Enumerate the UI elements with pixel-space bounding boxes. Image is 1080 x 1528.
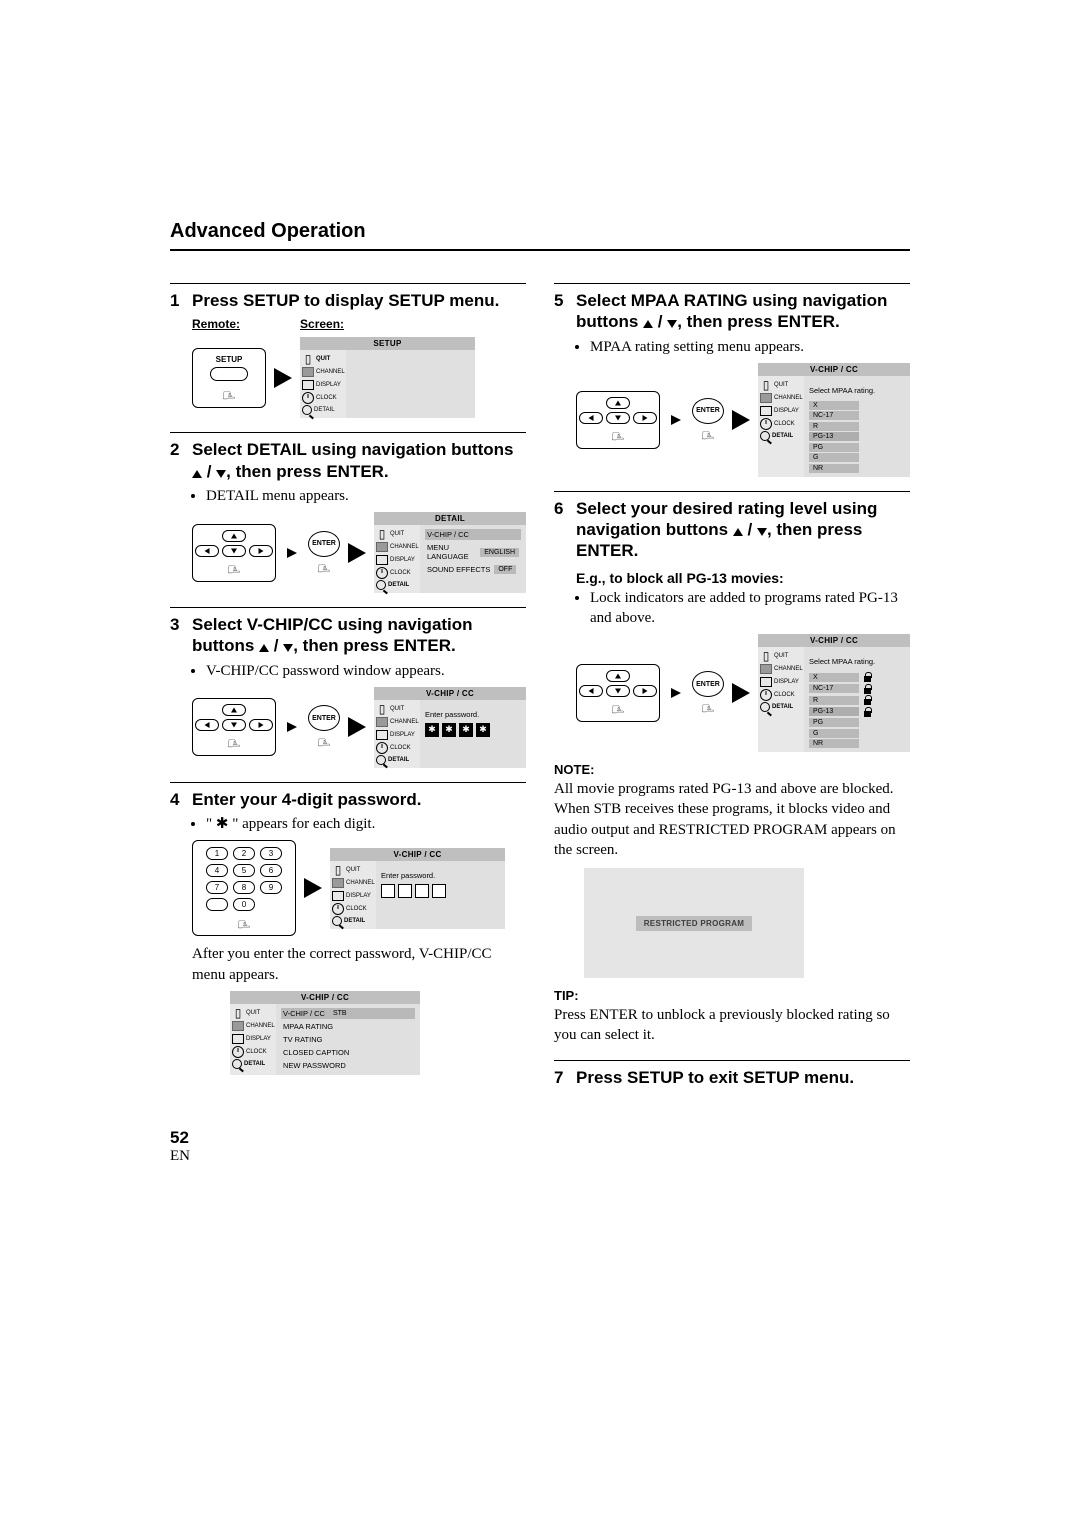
arrow-right-icon: [348, 543, 366, 563]
remote-keypad: 123 456 789 0 ☞: [192, 840, 296, 936]
osd-vchip-password: V-CHIP / CC QUIT CHANNEL DISPLAY CLOCK D…: [374, 687, 526, 768]
restricted-program-screen: RESTRICTED PROGRAM: [584, 868, 804, 978]
step2-bullet: DETAIL menu appears.: [206, 486, 526, 506]
tip-body: Press ENTER to unblock a previously bloc…: [554, 1005, 910, 1046]
pointer-hand-icon: ☞: [317, 559, 331, 575]
note-body: All movie programs rated PG-13 and above…: [554, 779, 910, 860]
step4-figure1: 123 456 789 0 ☞ V-CHIP / CC QUIT CHANNEL…: [192, 840, 526, 936]
osd-vchip-menu: V-CHIP / CC QUIT CHANNEL DISPLAY CLOCK D…: [230, 991, 420, 1075]
rating-list: X NC-17 R PG-13 PG G NR: [809, 401, 905, 473]
step5-figure: ☞ ENTER ☞ V-CHIP / CC QUIT CHANNEL DISPL…: [576, 363, 910, 477]
tip-head: TIP:: [554, 988, 910, 1003]
right-column: 5 Select MPAA RATING using navigation bu…: [554, 269, 910, 1092]
left-column: 1 Press SETUP to display SETUP menu. Rem…: [170, 269, 526, 1092]
clock-icon: [302, 392, 314, 404]
up-arrow-icon: [643, 320, 653, 328]
nav-right-button: [249, 545, 273, 557]
two-columns: 1 Press SETUP to display SETUP menu. Rem…: [170, 269, 910, 1092]
down-arrow-icon: [667, 320, 677, 328]
step6-figure: ☞ ENTER ☞ V-CHIP / CC QUIT CHANNEL DISPL…: [576, 634, 910, 752]
up-arrow-icon: [733, 528, 743, 536]
lock-icon: [863, 684, 872, 694]
setup-button-icon: [210, 367, 248, 381]
password-digit: ✱: [425, 723, 439, 737]
osd-mpaa-rating: V-CHIP / CC QUIT CHANNEL DISPLAY CLOCK D…: [758, 363, 910, 477]
step-6: 6 Select your desired rating level using…: [554, 498, 910, 562]
step-7: 7 Press SETUP to exit SETUP menu.: [554, 1067, 910, 1088]
section-title: Advanced Operation: [170, 220, 910, 251]
restricted-program-label: RESTRICTED PROGRAM: [636, 916, 753, 931]
page-lang: EN: [170, 1148, 910, 1165]
note-head: NOTE:: [554, 762, 910, 777]
step4-bullet: " ✱ " appears for each digit.: [206, 814, 526, 834]
step4-figure2: V-CHIP / CC QUIT CHANNEL DISPLAY CLOCK D…: [230, 991, 526, 1075]
step-3: 3 Select V-CHIP/CC using navigation butt…: [170, 614, 526, 657]
remote-label: Remote:: [192, 317, 240, 331]
step-1: 1 Press SETUP to display SETUP menu.: [170, 290, 526, 311]
osd-setup-screen: SETUP QUIT CHANNEL DISPLAY CLOCK DETAIL: [300, 337, 475, 418]
step2-figure: ☞ ENTER ☞ DETAIL QUIT CHANNEL DISPLAY: [192, 512, 526, 593]
step-5: 5 Select MPAA RATING using navigation bu…: [554, 290, 910, 333]
remote-enter-button: ENTER: [308, 531, 340, 557]
step6-eg-head: E.g., to block all PG-13 movies:: [576, 570, 910, 586]
nav-left-button: [195, 545, 219, 557]
osd-mpaa-rating-locked: V-CHIP / CC QUIT CHANNEL DISPLAY CLOCK D…: [758, 634, 910, 752]
step-2: 2 Select DETAIL using navigation buttons…: [170, 439, 526, 482]
osd-detail-screen: DETAIL QUIT CHANNEL DISPLAY CLOCK DETAIL…: [374, 512, 526, 593]
up-arrow-icon: [259, 644, 269, 652]
step1-figure: SETUP ☞ SETUP QUIT CHANNEL DISPLAY CLOCK: [192, 337, 526, 418]
up-arrow-icon: [192, 470, 202, 478]
page-number: 52: [170, 1128, 910, 1148]
lock-icon: [863, 695, 872, 705]
step-4: 4 Enter your 4-digit password.: [170, 789, 526, 810]
remote-navpad: ☞: [192, 698, 276, 756]
step3-bullet: V-CHIP/CC password window appears.: [206, 661, 526, 681]
down-arrow-icon: [216, 470, 226, 478]
manual-page: Advanced Operation 1 Press SETUP to disp…: [170, 220, 910, 1165]
magnifier-icon: [302, 405, 312, 415]
screen-label: Screen:: [300, 317, 344, 331]
nav-up-button: [222, 530, 246, 542]
arrow-right-icon: [274, 368, 292, 388]
down-arrow-icon: [283, 644, 293, 652]
remote-setup-button: SETUP ☞: [192, 348, 266, 408]
nav-down-button: [222, 545, 246, 557]
step3-figure: ☞ ENTER ☞ V-CHIP / CC QUIT CHANNEL DISPL…: [192, 687, 526, 768]
pointer-hand-icon: ☞: [222, 386, 236, 402]
arrow-right-icon: [287, 548, 297, 558]
osd-vchip-password-empty: V-CHIP / CC QUIT CHANNEL DISPLAY CLOCK D…: [330, 848, 505, 929]
down-arrow-icon: [757, 528, 767, 536]
lock-icon: [863, 707, 872, 717]
pointer-hand-icon: ☞: [227, 560, 241, 576]
lock-icon: [863, 672, 872, 682]
step4-after: After you enter the correct password, V-…: [192, 944, 526, 985]
remote-navpad: ☞: [192, 524, 276, 582]
